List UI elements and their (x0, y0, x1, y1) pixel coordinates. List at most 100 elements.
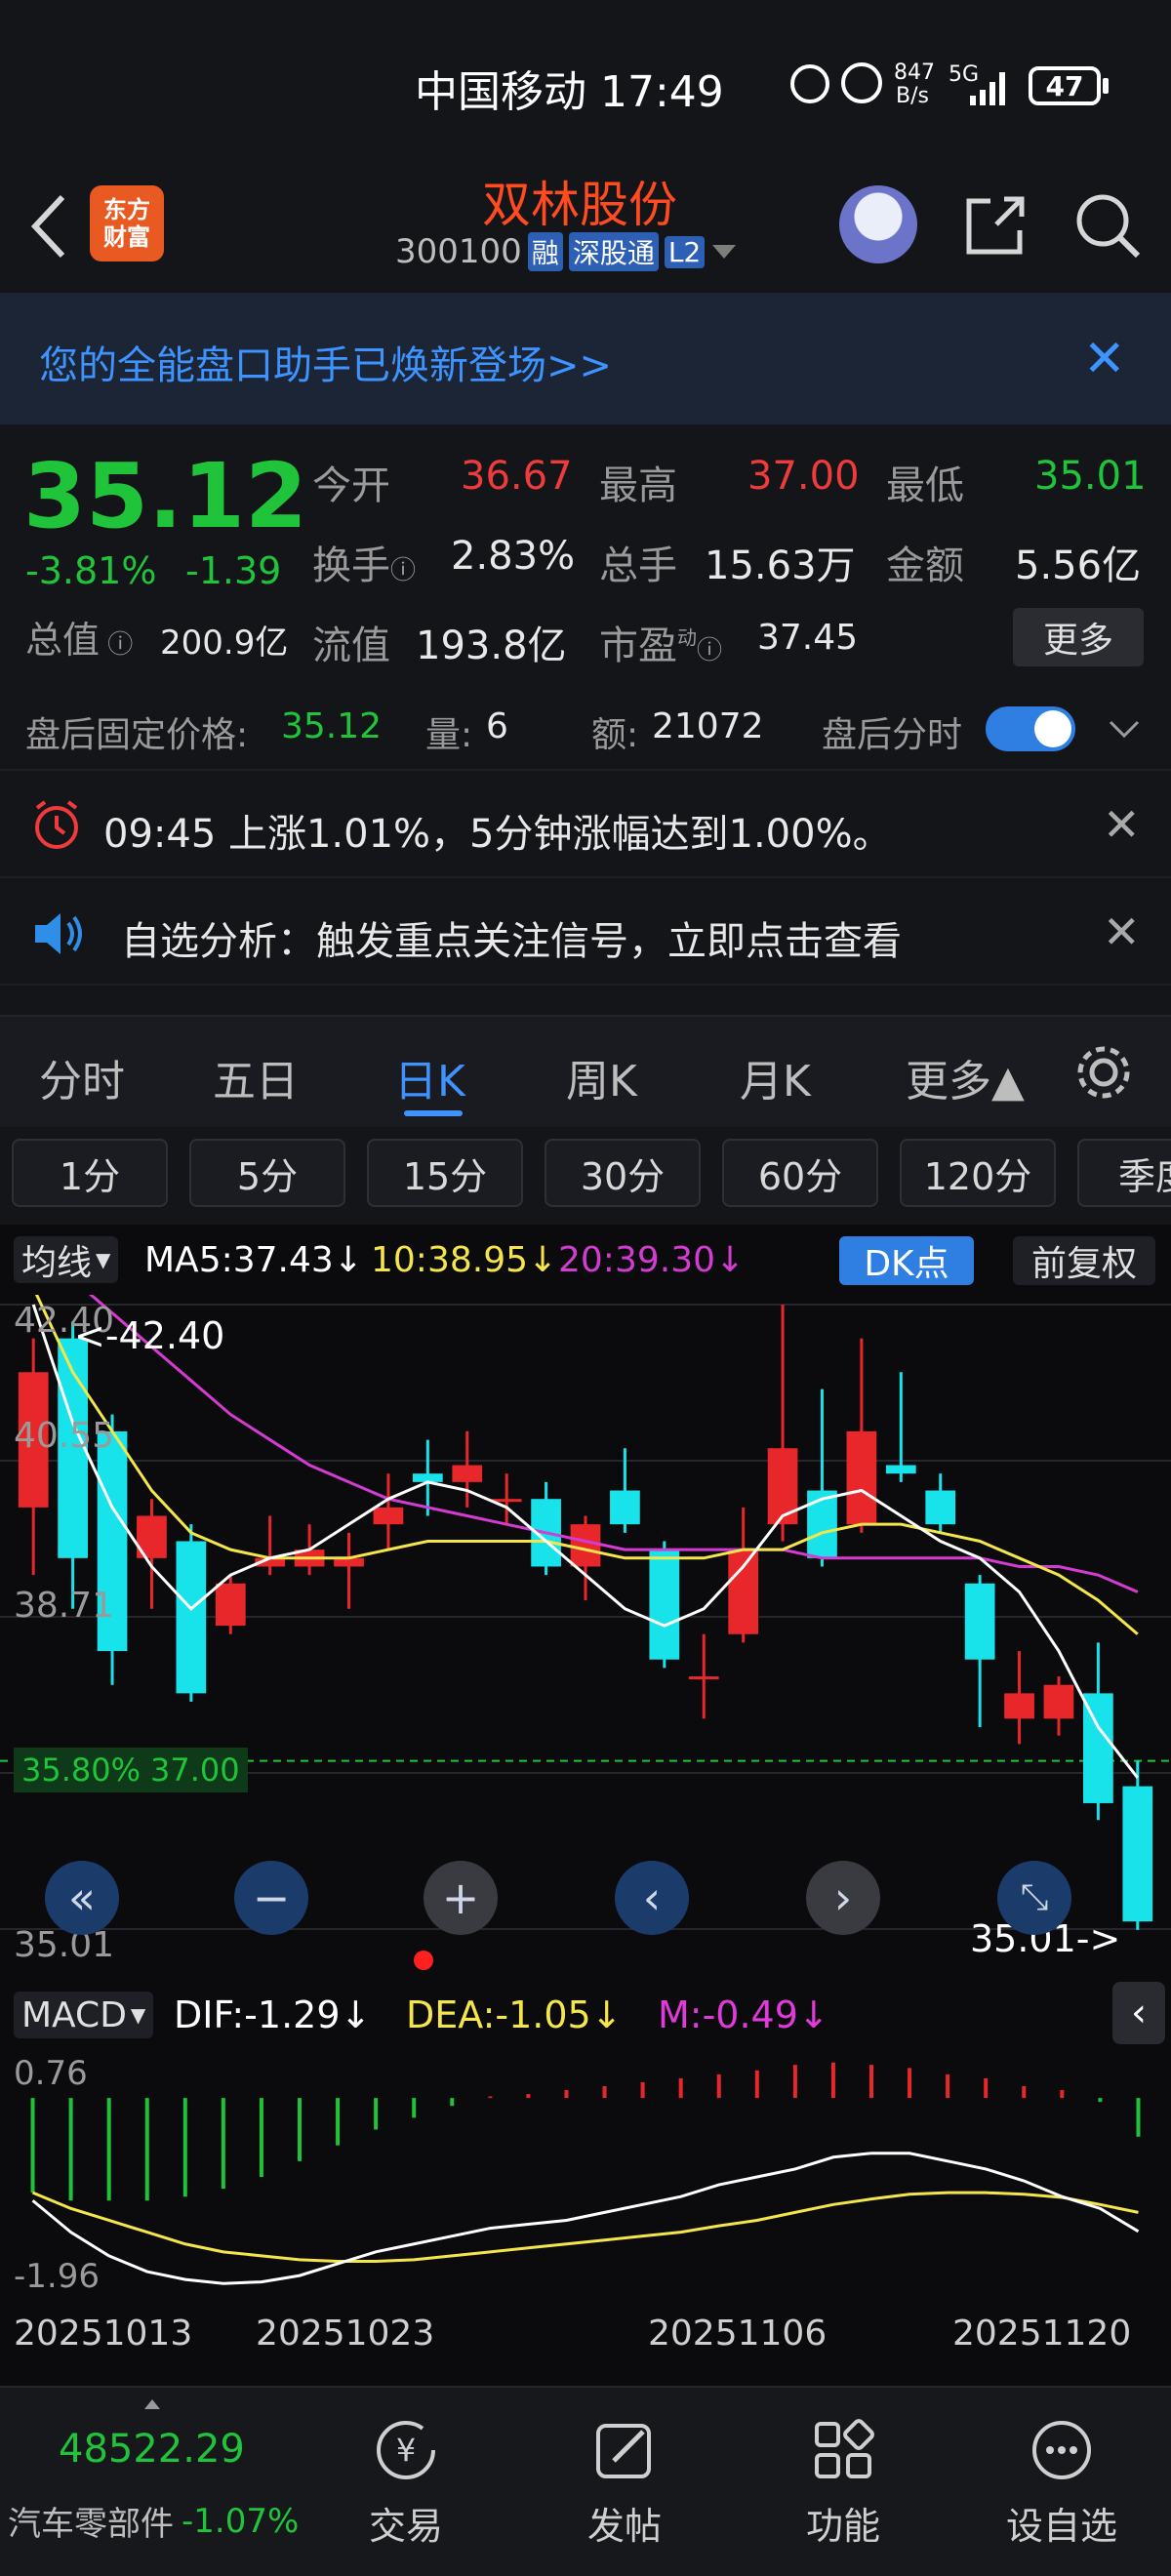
alarm-icon (841, 62, 882, 103)
after-toggle-label: 盘后分时 (822, 715, 963, 755)
candle-body (1043, 1684, 1074, 1719)
caret-down-icon: ▼ (96, 1248, 111, 1271)
search-icon[interactable] (1073, 191, 1142, 260)
period-30min[interactable]: 30分 (545, 1139, 701, 1207)
analysis-text[interactable]: 自选分析：触发重点关注信号，立即点击查看 (121, 909, 902, 966)
svg-text:¥: ¥ (396, 2432, 416, 2469)
close-icon[interactable]: ✕ (1083, 330, 1126, 388)
info-icon: ⓘ (100, 630, 134, 660)
speaker-icon (35, 913, 82, 954)
macd-m: M:-0.49↓ (658, 1993, 829, 2036)
change-abs: -1.39 (185, 549, 282, 592)
ma-dropdown-label: 均线 (21, 1243, 93, 1283)
tab-month-k[interactable]: 月K (740, 1046, 811, 1108)
float-label: 流值 (312, 624, 390, 668)
period-15min[interactable]: 15分 (367, 1139, 523, 1207)
period-5min[interactable]: 5分 (189, 1139, 345, 1207)
period-quarter[interactable]: 季度 (1077, 1139, 1171, 1207)
analysis-notice[interactable]: 自选分析：触发重点关注信号，立即点击查看 ✕ (0, 878, 1171, 986)
back-icon[interactable] (27, 191, 70, 262)
period-60min[interactable]: 60分 (722, 1139, 878, 1207)
promo-banner[interactable]: 您的全能盘口助手已焕新登场>> ✕ (0, 293, 1171, 424)
stock-name[interactable]: 双林股份 (482, 166, 677, 236)
stock-code-row[interactable]: 300100 融 深股通 L2 (395, 232, 737, 271)
fullscreen-button[interactable]: ⤡ (997, 1861, 1071, 1935)
after-vol: 6 (486, 706, 508, 746)
open-label: 今开 (312, 463, 390, 508)
period-1min[interactable]: 1分 (12, 1139, 168, 1207)
alert-notice[interactable]: 09:45 上涨1.01%，5分钟涨幅达到1.00%。 ✕ (0, 771, 1171, 878)
edit-icon (596, 2424, 651, 2478)
nav-functions[interactable]: 功能 (746, 2388, 941, 2576)
candle-body (1004, 1693, 1034, 1719)
candle-body (373, 1507, 404, 1525)
after-price-label: 盘后固定价格: (25, 715, 249, 755)
rewind-button[interactable]: « (45, 1861, 119, 1935)
ma-dropdown[interactable]: 均线 ▼ (14, 1236, 119, 1283)
adjust-button[interactable]: 前复权 (1013, 1236, 1155, 1285)
tab-day-k[interactable]: 日K (394, 1046, 465, 1108)
close-icon[interactable]: ✕ (1103, 906, 1141, 958)
dk-point-button[interactable]: DK点 (839, 1236, 974, 1285)
ma20-value: 20:39.30↓ (558, 1240, 746, 1280)
scroll-right-button[interactable]: › (806, 1861, 880, 1935)
nav-add-watchlist[interactable]: 设自选 (964, 2388, 1159, 2576)
nav-trade[interactable]: ¥ 交易 (308, 2388, 504, 2576)
status-bar: 中国移动 17:49 847 B/s 5G 47 (0, 0, 1171, 166)
share-icon[interactable] (961, 191, 1030, 260)
zoom-in-button[interactable]: + (424, 1861, 498, 1935)
tag-l2: L2 (664, 235, 706, 268)
nav-functions-label: 功能 (805, 2505, 880, 2548)
index-change: -1.07% (182, 2501, 300, 2541)
tab-week-k[interactable]: 周K (566, 1046, 637, 1108)
after-hours-toggle[interactable] (986, 706, 1075, 751)
period-quarter-label: 季度 (1118, 1154, 1171, 1198)
title-bar: 东方 财富 双林股份 300100 融 深股通 L2 (0, 156, 1171, 293)
date-label-3: 20251106 (648, 2314, 828, 2354)
macd-dropdown[interactable]: MACD ▼ (14, 1992, 154, 2038)
net-speed-value: 847 (894, 60, 935, 85)
banner-text[interactable]: 您的全能盘口助手已焕新登场>> (39, 334, 612, 390)
kline-chart[interactable] (0, 1295, 1171, 1958)
after-price: 35.12 (281, 706, 383, 746)
tag-sgt: 深股通 (568, 232, 659, 271)
macd-chart[interactable] (0, 2050, 1171, 2294)
tab-more[interactable]: 更多▲ (906, 1046, 1025, 1108)
chevron-down-icon (712, 245, 737, 259)
robot-assistant-icon[interactable] (839, 185, 917, 263)
period-120min[interactable]: 120分 (900, 1139, 1056, 1207)
pe-value: 37.45 (757, 618, 859, 658)
nav-trade-label: 交易 (368, 2505, 443, 2548)
macd-dif: DIF:-1.29↓ (174, 1993, 372, 2036)
red-dot (414, 1951, 433, 1970)
high-label: 最高 (599, 463, 677, 508)
macd-y-top: 0.76 (14, 2054, 88, 2093)
alert-text[interactable]: 09:45 上涨1.01%，5分钟涨幅达到1.00%。 (103, 802, 892, 859)
turnover-label: 换手ⓘ (312, 534, 416, 590)
high-value: 37.00 (747, 454, 860, 499)
expand-icon[interactable] (1107, 718, 1142, 742)
candle-body (570, 1524, 601, 1567)
collapse-panel-button[interactable]: ‹ (1112, 1982, 1165, 2044)
tab-wuri[interactable]: 五日 (213, 1046, 299, 1108)
zoom-out-button[interactable]: − (234, 1861, 308, 1935)
quote-panel: 35.12 -3.81% -1.39 总值 ⓘ 200.9亿 今开 36.67 … (0, 424, 1171, 673)
y-label-bottom: 35.01 (14, 1925, 115, 1965)
date-label-2: 20251023 (256, 2314, 435, 2354)
candle-body (885, 1465, 916, 1474)
kline-chart-area[interactable]: 均线 ▼ MA5:37.43↓ 10:38.95↓ 20:39.30↓ DK点 … (0, 1225, 1171, 2386)
scroll-left-button[interactable]: ‹ (615, 1861, 689, 1935)
active-tab-underline (404, 1110, 463, 1116)
volume-label: 总手 (599, 543, 677, 588)
index-value[interactable]: 48522.29 (59, 2427, 245, 2472)
gear-icon[interactable] (1071, 1040, 1136, 1105)
bottom-bar: 48522.29 汽车零部件 -1.07% ¥ 交易 发帖 功能 设自选 (0, 2386, 1171, 2576)
candle-body (925, 1490, 956, 1525)
index-info[interactable]: 汽车零部件 -1.07% (8, 2497, 299, 2545)
nav-post[interactable]: 发帖 (527, 2388, 722, 2576)
after-amt-label: 额: (591, 715, 639, 755)
close-icon[interactable]: ✕ (1103, 798, 1141, 851)
more-button[interactable]: 更多 (1013, 608, 1144, 666)
tab-fenshi[interactable]: 分时 (39, 1046, 125, 1108)
candle-body (846, 1430, 877, 1525)
